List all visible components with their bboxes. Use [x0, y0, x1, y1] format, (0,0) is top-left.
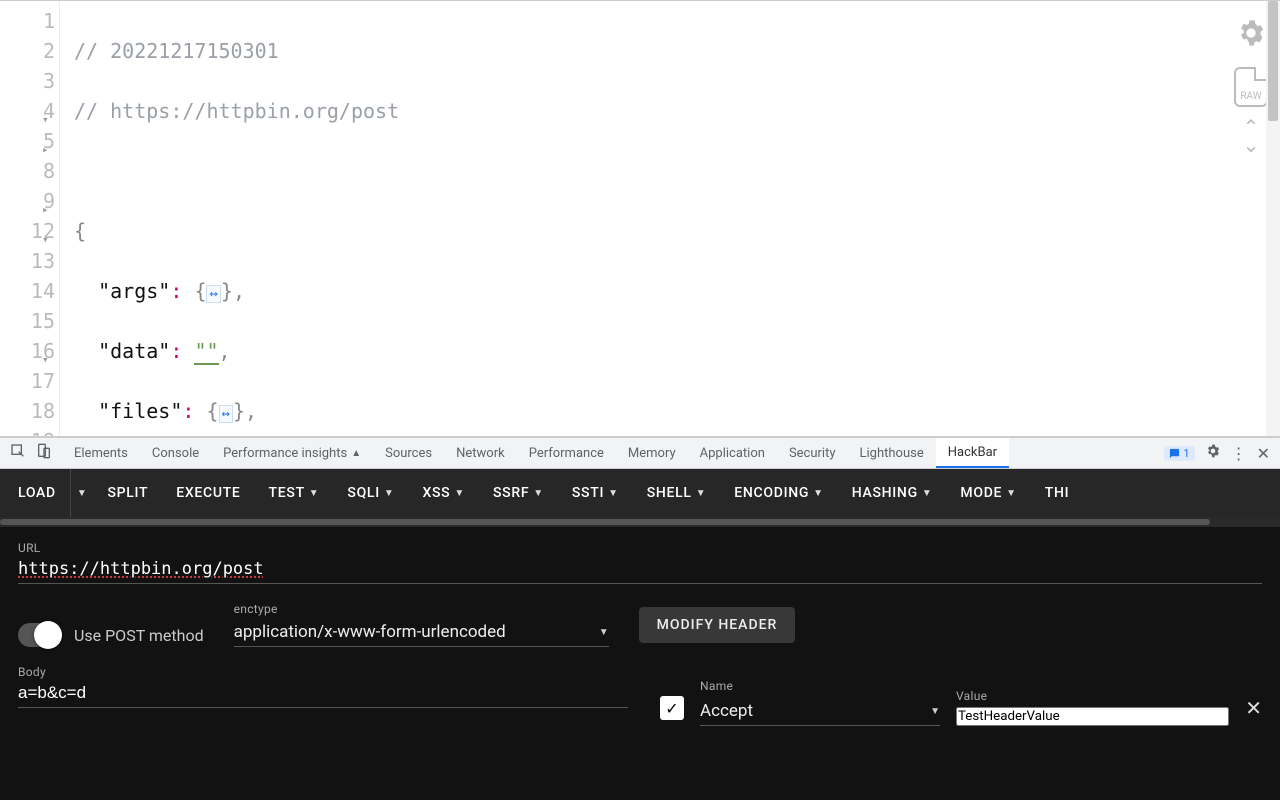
modify-header-button[interactable]: MODIFY HEADER: [639, 607, 796, 643]
tab-performance-insights[interactable]: Performance insights ▲: [211, 438, 373, 468]
header-value-input[interactable]: [956, 707, 1229, 726]
split-button[interactable]: SPLIT: [93, 469, 162, 517]
use-post-toggle[interactable]: [18, 623, 62, 647]
comment-line: // 20221217150301: [74, 39, 279, 63]
json-code[interactable]: // 20221217150301 // https://httpbin.org…: [60, 1, 1280, 436]
load-button[interactable]: LOAD: [4, 469, 70, 517]
toolbar-scrollbar[interactable]: [0, 517, 1280, 527]
tab-application[interactable]: Application: [688, 438, 777, 468]
ssrf-dropdown[interactable]: SSRF▼: [479, 469, 558, 517]
body-input[interactable]: [18, 679, 628, 708]
raw-icon[interactable]: RAW: [1234, 67, 1268, 107]
tab-security[interactable]: Security: [777, 438, 848, 468]
ssti-dropdown[interactable]: SSTI▼: [558, 469, 633, 517]
tab-performance[interactable]: Performance: [517, 438, 616, 468]
messages-badge[interactable]: 1: [1164, 446, 1194, 461]
tab-sources[interactable]: Sources: [373, 438, 444, 468]
execute-button[interactable]: EXECUTE: [162, 469, 254, 517]
load-dropdown[interactable]: ▼: [70, 469, 94, 517]
header-value-label: Value: [956, 689, 1229, 703]
inspect-icon[interactable]: [10, 443, 26, 463]
json-key-data: "data": [98, 339, 170, 363]
device-toggle-icon[interactable]: [36, 443, 52, 463]
mode-dropdown[interactable]: MODE▼: [946, 469, 1030, 517]
enctype-select[interactable]: application/x-www-form-urlencoded ▼: [234, 616, 609, 647]
test-dropdown[interactable]: TEST▼: [255, 469, 334, 517]
sqli-dropdown[interactable]: SQLI▼: [333, 469, 408, 517]
delete-header-icon[interactable]: ✕: [1245, 696, 1262, 720]
header-name-select[interactable]: Accept ▼: [700, 697, 940, 726]
hackbar-toolbar: LOAD ▼ SPLIT EXECUTE TEST▼ SQLI▼ XSS▼ SS…: [0, 469, 1280, 517]
shell-dropdown[interactable]: SHELL▼: [633, 469, 721, 517]
comment-line: // https://httpbin.org/post: [74, 99, 399, 123]
json-key-args: "args": [98, 279, 170, 303]
enctype-label: enctype: [234, 602, 609, 616]
json-viewer-pane: 1 2 3 4▾ 5▸ 8 9▸ 12▾ 13 14 15 16▾ 17 18 …: [0, 0, 1280, 437]
close-icon[interactable]: ✕: [1257, 444, 1270, 463]
gear-icon[interactable]: [1235, 17, 1267, 53]
encoding-dropdown[interactable]: ENCODING▼: [720, 469, 837, 517]
tab-network[interactable]: Network: [444, 438, 517, 468]
devtools-tabbar: Elements Console Performance insights ▲ …: [0, 437, 1280, 469]
expand-icon[interactable]: ↔: [206, 285, 220, 303]
gear-icon[interactable]: [1205, 443, 1221, 463]
url-label: URL: [18, 541, 1262, 555]
expand-icon[interactable]: ↔: [219, 405, 233, 423]
hashing-dropdown[interactable]: HASHING▼: [838, 469, 947, 517]
use-post-label: Use POST method: [74, 626, 204, 645]
tab-hackbar[interactable]: HackBar: [936, 438, 1009, 468]
tab-console[interactable]: Console: [140, 438, 211, 468]
kebab-icon[interactable]: ⋮: [1231, 444, 1247, 463]
toolbar-overflow[interactable]: THI: [1031, 469, 1084, 517]
header-enabled-checkbox[interactable]: ✓: [660, 696, 684, 720]
line-number-gutter: 1 2 3 4▾ 5▸ 8 9▸ 12▾ 13 14 15 16▾ 17 18 …: [0, 1, 60, 436]
hackbar-panel: LOAD ▼ SPLIT EXECUTE TEST▼ SQLI▼ XSS▼ SS…: [0, 469, 1280, 800]
json-key-files: "files": [98, 399, 182, 423]
chevron-down-icon[interactable]: ⌄: [1243, 139, 1260, 151]
body-label: Body: [18, 665, 628, 679]
tab-memory[interactable]: Memory: [616, 438, 688, 468]
tab-elements[interactable]: Elements: [62, 438, 140, 468]
vertical-scrollbar[interactable]: [1266, 1, 1280, 436]
xss-dropdown[interactable]: XSS▼: [408, 469, 479, 517]
chevron-up-icon[interactable]: ⌃: [1243, 121, 1260, 133]
url-input[interactable]: https://httpbin.org/post: [18, 555, 1262, 584]
tab-lighthouse[interactable]: Lighthouse: [848, 438, 936, 468]
chevron-down-icon: ▼: [599, 627, 609, 638]
header-row: ✓ Name Accept ▼ Value ✕: [660, 679, 1262, 726]
header-name-label: Name: [700, 679, 940, 693]
chevron-down-icon: ▼: [930, 706, 940, 717]
